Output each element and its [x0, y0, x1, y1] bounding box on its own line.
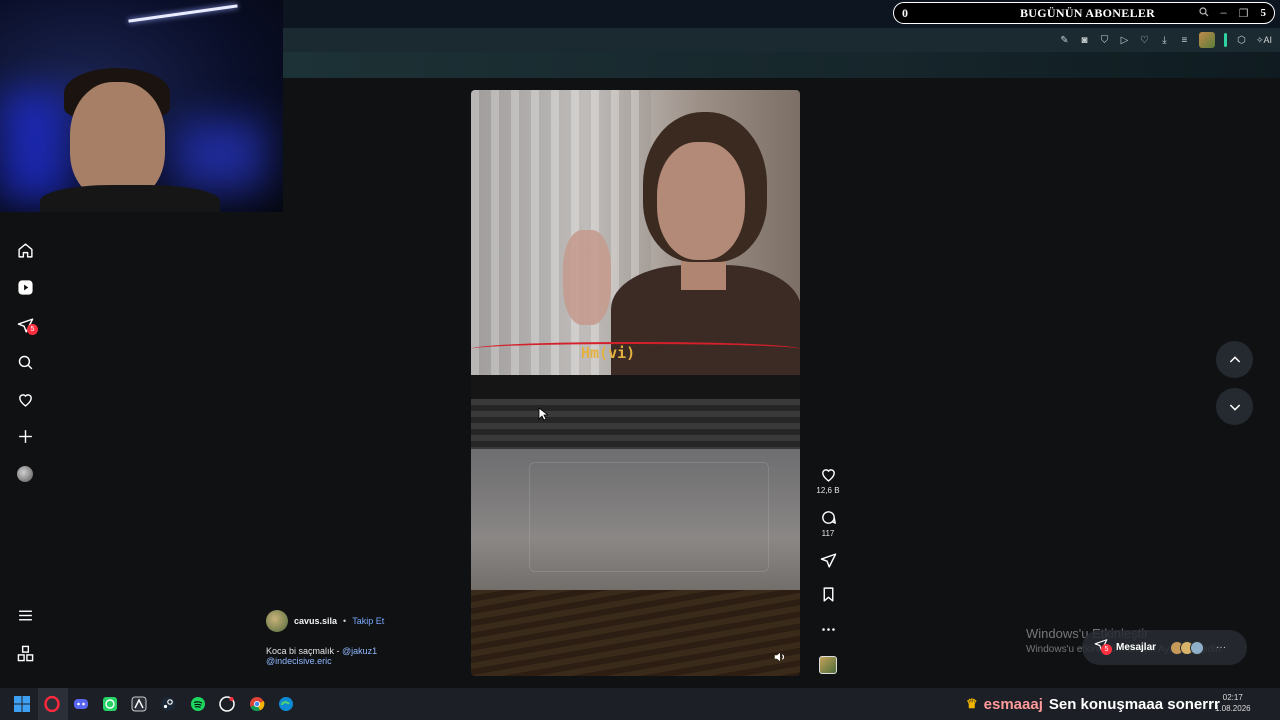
- crown-icon: ♛: [966, 696, 978, 711]
- chevron-down-icon: [1229, 403, 1240, 411]
- follow-button[interactable]: Takip Et: [352, 616, 384, 626]
- restore-icon[interactable]: ❐: [1239, 7, 1249, 20]
- whatsapp-icon[interactable]: [100, 694, 120, 714]
- search-icon[interactable]: [15, 352, 35, 372]
- tab-strip: [283, 52, 1280, 78]
- camera-icon[interactable]: ◙: [1079, 35, 1090, 46]
- steam-icon[interactable]: [158, 694, 178, 714]
- windows-start-icon[interactable]: [12, 694, 32, 714]
- share-action[interactable]: [814, 552, 842, 569]
- messages-icon[interactable]: 5: [15, 315, 38, 335]
- create-plus-icon[interactable]: [15, 426, 35, 446]
- subscriber-banner-title: BUGÜNÜN ABONELER: [1020, 5, 1156, 20]
- ai-button[interactable]: ✧AI: [1256, 35, 1272, 46]
- edit-icon[interactable]: ✎: [1059, 35, 1070, 46]
- banner-right-number: 5: [1260, 7, 1267, 19]
- system-clock[interactable]: 02:17 1.08.2026: [1215, 692, 1251, 714]
- clock-date: 1.08.2026: [1215, 704, 1251, 713]
- profile-avatar-icon[interactable]: [1198, 32, 1215, 48]
- app-icon[interactable]: [129, 694, 149, 714]
- comment-count: 117: [821, 529, 835, 538]
- search-icon[interactable]: [1198, 6, 1209, 20]
- audio-thumbnail[interactable]: [819, 656, 837, 674]
- post-caption: Koca bi saçmalık - @jakuz1 @indecisive.e…: [266, 646, 466, 666]
- hamburger-menu-icon[interactable]: [15, 605, 35, 625]
- author-username[interactable]: cavus.sila: [294, 616, 337, 626]
- profile-avatar[interactable]: [15, 464, 35, 484]
- comment-action[interactable]: 117: [814, 509, 842, 538]
- chevron-up-icon: [1229, 355, 1240, 363]
- minimize-icon[interactable]: –: [1221, 7, 1227, 19]
- apps-grid-icon[interactable]: [15, 643, 35, 663]
- subscriber-count: 0: [902, 5, 908, 20]
- message-avatars: [1170, 640, 1205, 655]
- previous-reel-button[interactable]: [1216, 341, 1253, 378]
- separator-dot: •: [343, 616, 347, 626]
- mouse-cursor-icon: [538, 407, 550, 426]
- avatar: [17, 466, 33, 482]
- more-icon: ···: [1216, 642, 1227, 653]
- share-icon: [820, 553, 836, 568]
- messages-icon: 5: [1094, 638, 1112, 657]
- shield-icon[interactable]: ⛉: [1099, 35, 1110, 46]
- menu-icon[interactable]: ≡: [1179, 35, 1190, 46]
- save-action[interactable]: [814, 586, 842, 603]
- messages-pill-badge: 5: [1101, 644, 1112, 655]
- messages-badge: 5: [27, 324, 38, 335]
- like-action[interactable]: 12,6 B: [814, 466, 842, 495]
- video-caption-overlay: Hm(vi): [581, 344, 636, 362]
- messages-label: Mesajlar: [1116, 642, 1157, 653]
- sidebar: 5: [0, 212, 50, 688]
- edge-icon[interactable]: [276, 694, 296, 714]
- reel-video[interactable]: Hm(vi): [471, 90, 800, 676]
- spotify-icon[interactable]: [188, 694, 208, 714]
- opera-icon[interactable]: [42, 694, 62, 714]
- bookmark-icon: [823, 587, 833, 602]
- speaker-icon[interactable]: [773, 650, 787, 664]
- cube-icon[interactable]: ⬡: [1236, 35, 1247, 46]
- chat-message: Sen konuşmaaa sonerrr: [1048, 695, 1220, 713]
- chrome-icon[interactable]: [247, 694, 267, 714]
- like-count: 12,6 B: [816, 486, 840, 495]
- webcam-overlay: [0, 0, 283, 212]
- mention-link[interactable]: @jakuz1: [342, 646, 377, 656]
- mention-link[interactable]: @indecisive.eric: [266, 656, 332, 666]
- play-icon[interactable]: ▷: [1119, 35, 1130, 46]
- subscriber-banner: 0 BUGÜNÜN ABONELER – ❐ 5: [893, 2, 1275, 24]
- accent-indicator: [1223, 33, 1227, 47]
- stream-chat-line: ♛ esmaaaj Sen konuşmaaa sonerrr: [966, 688, 1220, 720]
- author-avatar[interactable]: [266, 610, 288, 632]
- video-screen-content: Hm(vi): [471, 90, 800, 375]
- heart-icon[interactable]: ♡: [1139, 35, 1150, 46]
- ai-label: AI: [1263, 34, 1272, 45]
- caption-text: Koca bi saçmalık -: [266, 646, 343, 656]
- home-icon[interactable]: [15, 240, 35, 260]
- github-icon[interactable]: [217, 694, 237, 714]
- next-reel-button[interactable]: [1216, 388, 1253, 425]
- more-options-icon[interactable]: [814, 621, 842, 638]
- post-info: cavus.sila • Takip Et Koca bi saçmalık -…: [266, 610, 466, 666]
- chat-username: esmaaaj: [983, 695, 1043, 713]
- discord-icon[interactable]: [71, 694, 91, 714]
- download-icon[interactable]: ⤓: [1159, 35, 1170, 46]
- avatar: [1190, 640, 1205, 655]
- comment-icon: [821, 511, 836, 524]
- heart-icon: [821, 469, 835, 482]
- browser-toolbar: ✎ ◙ ⛉ ▷ ♡ ⤓ ≡ ⬡ ✧AI: [283, 28, 1280, 52]
- messages-pill[interactable]: 5 Mesajlar ···: [1082, 630, 1247, 665]
- notifications-heart-icon[interactable]: [15, 389, 35, 409]
- clock-time: 02:17: [1222, 693, 1243, 702]
- reels-icon[interactable]: [15, 277, 35, 297]
